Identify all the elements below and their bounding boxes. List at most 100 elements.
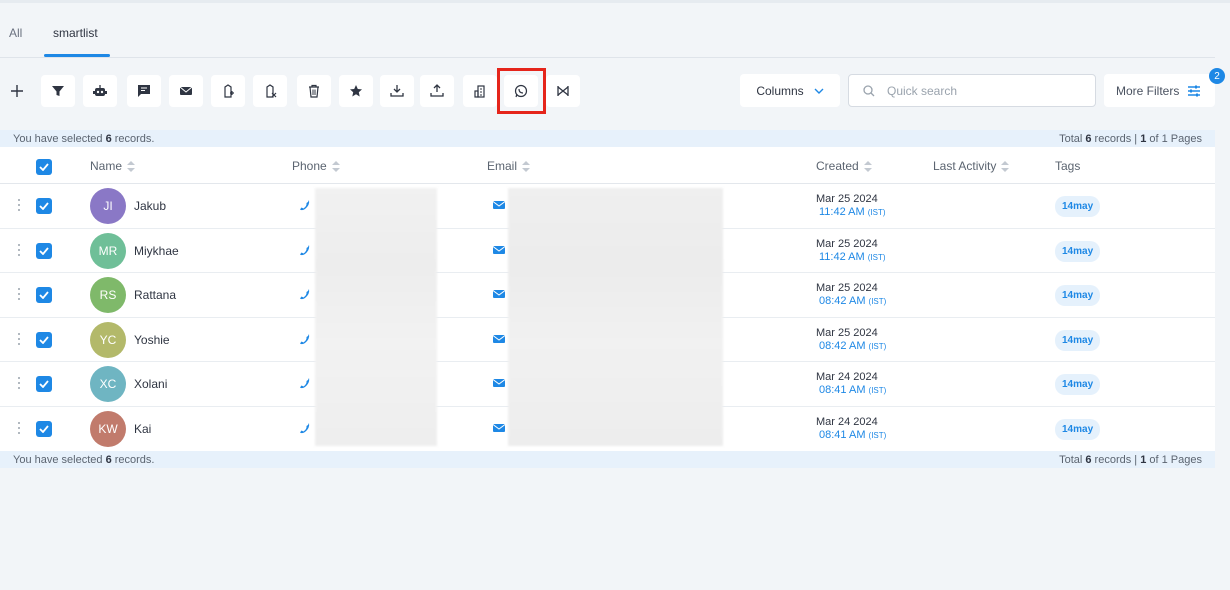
message-icon (138, 85, 150, 97)
tag-badge[interactable]: 14may (1055, 329, 1101, 351)
contact-name[interactable]: Xolani (134, 377, 167, 391)
avatar: KW (90, 410, 126, 447)
phone-icon[interactable] (299, 422, 311, 434)
email-icon[interactable] (493, 200, 505, 210)
email-button[interactable] (169, 75, 203, 107)
check-icon (39, 202, 49, 210)
row-checkbox[interactable] (36, 198, 52, 214)
phone-icon[interactable] (299, 244, 311, 256)
row-actions-menu-icon[interactable] (17, 332, 21, 347)
trash-icon (309, 84, 319, 98)
phone-icon[interactable] (299, 288, 311, 300)
tag-badge[interactable]: 14may (1055, 374, 1101, 395)
header-label: Name (90, 159, 123, 173)
add-button[interactable] (0, 75, 34, 107)
column-header-created[interactable]: Created (816, 159, 872, 173)
row-actions-menu-icon[interactable] (17, 199, 21, 213)
upload-icon (430, 84, 444, 97)
email-icon[interactable] (493, 289, 505, 299)
created-time: 08:42 AM (IST) (819, 295, 887, 307)
created-date: Mar 25 2024 (816, 326, 878, 339)
tag-badge[interactable]: 14may (1055, 196, 1101, 217)
contact-name[interactable]: Jakub (134, 199, 166, 213)
sort-icon (127, 160, 136, 172)
plus-icon (11, 85, 23, 97)
tab-smartlist[interactable]: smartlist (53, 26, 98, 40)
column-header-tags: Tags (1055, 159, 1080, 173)
selection-info-bottom: You have selected 6 records. Total 6 rec… (0, 451, 1215, 468)
sliders-icon (1188, 85, 1201, 96)
created-date: Mar 24 2024 (816, 371, 878, 383)
contact-name[interactable]: Rattana (134, 288, 176, 302)
row-checkbox[interactable] (36, 242, 52, 259)
company-button[interactable] (463, 75, 497, 107)
columns-label: Columns (756, 83, 804, 98)
automation-button[interactable] (83, 75, 117, 107)
column-header-name[interactable]: Name (90, 159, 136, 173)
contact-name[interactable]: Kai (134, 422, 151, 436)
check-icon (39, 380, 49, 388)
row-checkbox[interactable] (36, 376, 52, 392)
merge-button[interactable] (546, 75, 580, 107)
row-actions-menu-icon[interactable] (17, 421, 21, 436)
tag-badge[interactable]: 14may (1055, 418, 1101, 440)
search-input[interactable] (887, 83, 1087, 98)
contact-name[interactable]: Miykhae (134, 244, 179, 258)
chevron-down-icon (814, 88, 824, 94)
column-header-email[interactable]: Email (487, 159, 531, 173)
whatsapp-button[interactable] (504, 75, 538, 107)
whatsapp-icon (514, 84, 528, 98)
row-actions-menu-icon[interactable] (17, 377, 21, 391)
check-icon (39, 163, 49, 171)
contact-name[interactable]: Yoshie (134, 333, 170, 347)
filter-button[interactable] (41, 75, 75, 107)
star-icon (350, 85, 362, 97)
header-label: Email (487, 159, 518, 173)
selected-records-text: You have selected 6 records. (13, 453, 155, 466)
row-checkbox[interactable] (36, 420, 52, 437)
more-filters-label: More Filters (1116, 83, 1180, 98)
row-actions-menu-icon[interactable] (17, 243, 21, 258)
avatar: RS (90, 277, 126, 313)
created-date: Mar 25 2024 (816, 282, 878, 294)
selection-info-top: You have selected 6 records. Total 6 rec… (0, 130, 1215, 147)
avatar: XC (90, 366, 126, 402)
remove-tag-button[interactable] (253, 75, 287, 107)
row-actions-menu-icon[interactable] (17, 288, 21, 302)
email-icon[interactable] (493, 245, 505, 255)
row-checkbox[interactable] (36, 331, 52, 348)
created-date: Mar 25 2024 (816, 237, 878, 250)
check-icon (39, 246, 49, 255)
delete-button[interactable] (297, 75, 331, 107)
check-icon (39, 424, 49, 433)
import-button[interactable] (380, 75, 414, 107)
email-icon[interactable] (493, 423, 505, 433)
phone-icon[interactable] (299, 199, 311, 211)
filter-count-badge: 2 (1209, 68, 1225, 84)
avatar: MR (90, 232, 126, 269)
email-icon[interactable] (493, 378, 505, 388)
export-button[interactable] (420, 75, 454, 107)
sms-button[interactable] (127, 75, 161, 107)
building-icon (474, 85, 485, 98)
column-header-phone[interactable]: Phone (292, 159, 340, 173)
tag-badge[interactable]: 14may (1055, 240, 1101, 262)
row-checkbox[interactable] (36, 287, 52, 303)
select-all-checkbox[interactable] (36, 159, 52, 175)
email-icon[interactable] (493, 334, 505, 344)
total-records-text: Total 6 records | 1 of 1 Pages (1059, 453, 1202, 466)
column-header-last-activity[interactable]: Last Activity (933, 159, 1010, 173)
search-icon (863, 84, 875, 96)
created-time: 08:41 AM (IST) (819, 428, 887, 441)
created-date: Mar 25 2024 (816, 193, 878, 205)
phone-icon[interactable] (299, 333, 311, 345)
columns-button[interactable]: Columns (740, 74, 840, 107)
review-request-button[interactable] (339, 75, 373, 107)
add-tag-button[interactable] (211, 75, 245, 107)
more-filters-button[interactable]: More Filters (1104, 74, 1215, 107)
tag-badge[interactable]: 14may (1055, 285, 1101, 306)
tab-all[interactable]: All (9, 26, 22, 40)
merge-icon (557, 86, 569, 96)
created-time: 11:42 AM (IST) (819, 250, 886, 263)
phone-icon[interactable] (299, 377, 311, 389)
